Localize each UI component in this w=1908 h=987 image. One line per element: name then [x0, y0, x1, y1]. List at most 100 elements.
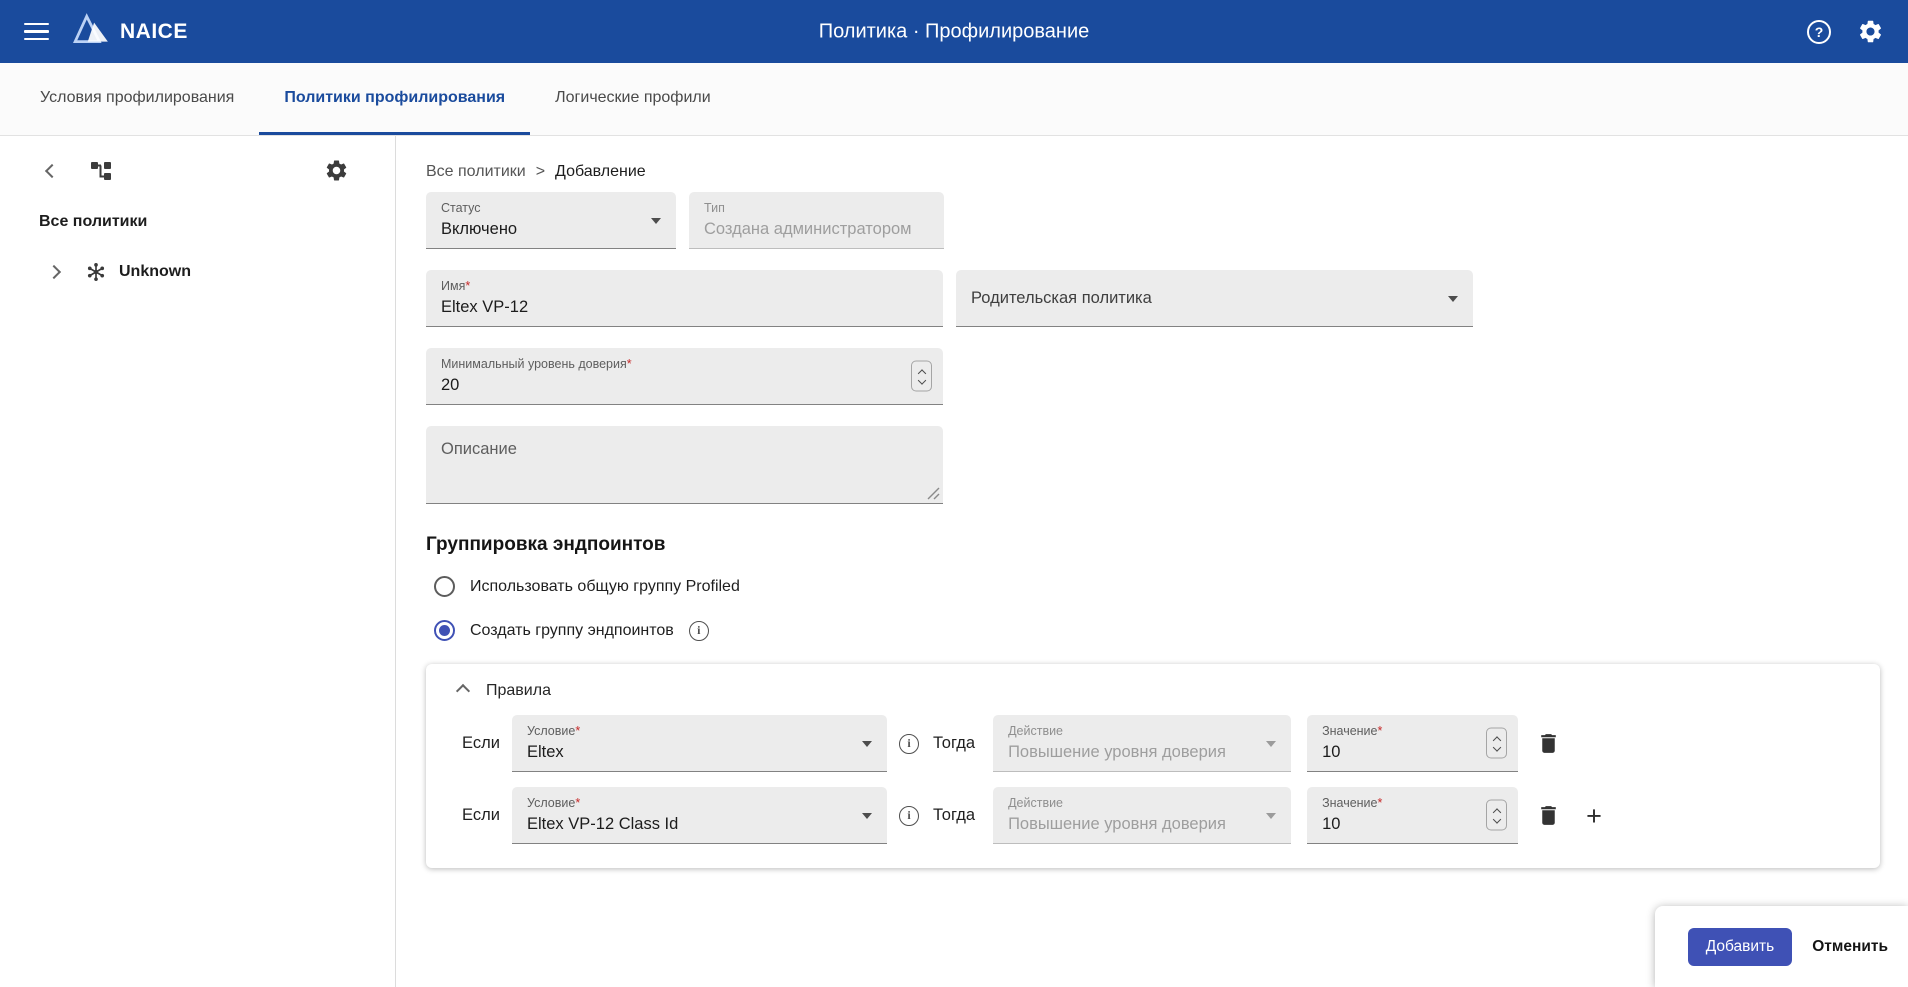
- chevron-down-icon: [862, 813, 872, 819]
- value-label: Значение*: [1322, 724, 1504, 738]
- condition-label: Условие*: [527, 796, 873, 810]
- condition-select[interactable]: Условие* Eltex VP-12 Class Id: [512, 787, 887, 844]
- tab-profiling-conditions[interactable]: Условия профилирования: [15, 63, 259, 135]
- info-glyph: i: [907, 736, 910, 751]
- tab-logical-profiles[interactable]: Логические профили: [530, 63, 736, 135]
- min-trust-input[interactable]: Минимальный уровень доверия* 20: [426, 348, 943, 405]
- page-title: Политика · Профилирование: [819, 20, 1090, 43]
- breadcrumb-all-policies[interactable]: Все политики: [426, 163, 526, 181]
- expand-node-icon[interactable]: [47, 265, 61, 279]
- chevron-down-icon: [1266, 741, 1276, 747]
- min-trust-label: Минимальный уровень доверия*: [441, 357, 929, 371]
- settings-icon[interactable]: [1857, 18, 1884, 45]
- collapse-panel-icon[interactable]: [45, 163, 59, 177]
- condition-select[interactable]: Условие* Eltex: [512, 715, 887, 772]
- tree-item-label: Unknown: [119, 263, 191, 281]
- required-marker: *: [575, 724, 580, 738]
- number-stepper[interactable]: [1486, 800, 1507, 831]
- type-placeholder: Создана администратором: [704, 220, 930, 239]
- chevron-down-icon: [651, 218, 661, 224]
- rule-row: Если Условие* Eltex VP-12 Class Id i Тог…: [452, 787, 1854, 844]
- status-label: Статус: [441, 201, 662, 215]
- condition-value: Eltex: [527, 743, 873, 762]
- description-label: Описание: [441, 440, 929, 459]
- rules-title: Правила: [486, 682, 551, 700]
- policy-form: Все политики > Добавление Статус Включен…: [396, 136, 1908, 987]
- menu-icon[interactable]: [24, 23, 49, 41]
- collapse-section-icon[interactable]: [456, 684, 470, 698]
- name-input[interactable]: Имя* Eltex VP-12: [426, 270, 943, 327]
- radio-checked-icon[interactable]: [434, 620, 455, 641]
- form-actions-bar: Добавить Отменить: [1655, 906, 1908, 987]
- description-textarea[interactable]: Описание: [426, 426, 943, 504]
- sidebar-settings-icon[interactable]: [324, 158, 349, 183]
- chevron-down-icon: [1266, 813, 1276, 819]
- appbar-actions: ?: [1807, 18, 1884, 45]
- sidebar-toolbar: [39, 158, 381, 183]
- help-icon[interactable]: ?: [1807, 20, 1831, 44]
- value-input[interactable]: Значение* 10: [1307, 787, 1518, 844]
- tree-view-icon[interactable]: [89, 159, 113, 183]
- action-value: Повышение уровня доверия: [1008, 815, 1277, 834]
- breadcrumb-current: Добавление: [555, 163, 646, 181]
- tree-item-unknown[interactable]: Unknown: [39, 261, 381, 283]
- action-select: Действие Повышение уровня доверия: [993, 715, 1291, 772]
- type-field: Тип Создана администратором: [689, 192, 944, 249]
- min-trust-value: 20: [441, 376, 929, 395]
- then-label: Тогда: [933, 806, 975, 825]
- if-label: Если: [462, 806, 504, 825]
- rule-row: Если Условие* Eltex i Тогда Действие Пов…: [452, 715, 1854, 772]
- info-glyph: i: [697, 623, 700, 638]
- breadcrumb: Все политики > Добавление: [426, 162, 1880, 182]
- value-value: 10: [1322, 743, 1504, 762]
- app-header: NAICE Политика · Профилирование ?: [0, 0, 1908, 63]
- required-marker: *: [627, 357, 632, 371]
- delete-rule-icon[interactable]: [1536, 803, 1561, 828]
- condition-value: Eltex VP-12 Class Id: [527, 815, 873, 834]
- condition-label: Условие*: [527, 724, 873, 738]
- info-icon[interactable]: i: [899, 734, 919, 754]
- radio-create-endpoint-group[interactable]: Создать группу эндпоинтов i: [434, 620, 1880, 641]
- status-value: Включено: [441, 220, 662, 239]
- cancel-button[interactable]: Отменить: [1812, 938, 1888, 956]
- number-stepper[interactable]: [911, 361, 932, 392]
- app-name: NAICE: [120, 20, 188, 44]
- rules-card: Правила Если Условие* Eltex i Тогда Дейс…: [426, 664, 1880, 868]
- then-label: Тогда: [933, 734, 975, 753]
- info-icon[interactable]: i: [689, 621, 709, 641]
- type-label: Тип: [704, 201, 930, 215]
- sidebar-root-label: Все политики: [39, 213, 381, 231]
- add-rule-icon[interactable]: +: [1581, 803, 1607, 829]
- resize-handle-icon[interactable]: [927, 487, 940, 500]
- tab-profiling-policies[interactable]: Политики профилирования: [259, 63, 530, 135]
- radio-use-profiled-group[interactable]: Использовать общую группу Profiled: [434, 576, 1880, 597]
- action-select: Действие Повышение уровня доверия: [993, 787, 1291, 844]
- value-value: 10: [1322, 815, 1504, 834]
- number-stepper[interactable]: [1486, 728, 1507, 759]
- breadcrumb-separator: >: [536, 163, 545, 181]
- submit-button[interactable]: Добавить: [1688, 928, 1793, 966]
- policy-hub-icon: [85, 261, 107, 283]
- action-value: Повышение уровня доверия: [1008, 743, 1277, 762]
- radio-label: Создать группу эндпоинтов: [470, 622, 674, 640]
- rules-card-header[interactable]: Правила: [452, 682, 1854, 700]
- tab-bar: Условия профилирования Политики профилир…: [0, 63, 1908, 136]
- value-input[interactable]: Значение* 10: [1307, 715, 1518, 772]
- endpoint-grouping-title: Группировка эндпоинтов: [426, 534, 1880, 556]
- delete-rule-icon[interactable]: [1536, 731, 1561, 756]
- help-glyph: ?: [1815, 24, 1824, 40]
- app-brand: NAICE: [73, 13, 188, 50]
- required-marker: *: [575, 796, 580, 810]
- status-select[interactable]: Статус Включено: [426, 192, 676, 249]
- action-label: Действие: [1008, 796, 1277, 810]
- required-marker: *: [465, 279, 470, 293]
- app-logo-icon: [73, 13, 111, 50]
- info-icon[interactable]: i: [899, 806, 919, 826]
- radio-unchecked-icon[interactable]: [434, 576, 455, 597]
- parent-policy-select[interactable]: Родительская политика: [956, 270, 1473, 327]
- parent-policy-label: Родительская политика: [971, 289, 1152, 308]
- action-label: Действие: [1008, 724, 1277, 738]
- required-marker: *: [1378, 796, 1383, 810]
- chevron-down-icon: [1448, 296, 1458, 302]
- if-label: Если: [462, 734, 504, 753]
